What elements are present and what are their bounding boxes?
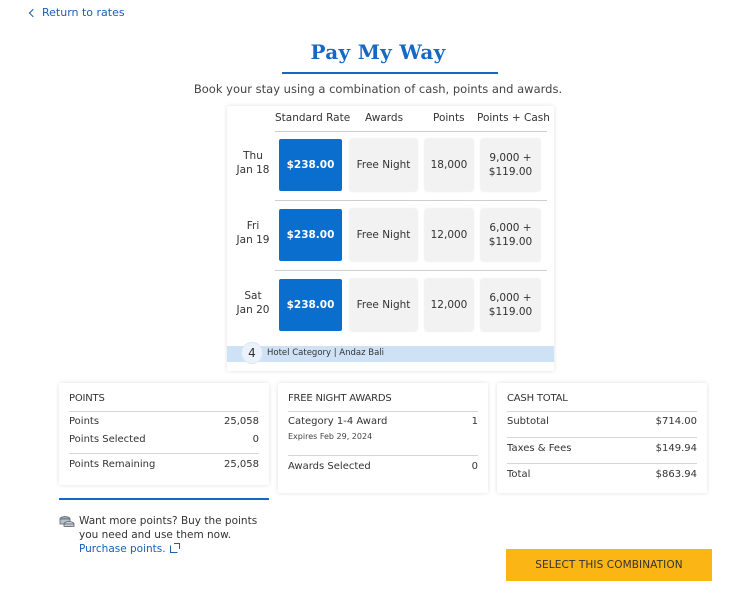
rate-grid-header: Standard Rate Awards Points Points + Cas… <box>275 112 550 132</box>
points-selected-label: Points Selected <box>69 434 146 445</box>
awards-selected-row: Awards Selected 0 <box>288 460 478 474</box>
points-label: Points <box>69 416 100 427</box>
free-night-awards-panel: FREE NIGHT AWARDS Category 1-4 Award 1 E… <box>278 383 488 493</box>
total-label: Total <box>507 469 531 480</box>
points-cash-points: 6,000 + <box>489 292 532 304</box>
cash-panel-title: CASH TOTAL <box>507 383 697 412</box>
divider <box>69 453 259 454</box>
awards-panel-title: FREE NIGHT AWARDS <box>288 383 478 412</box>
hotel-category-badge: 4 <box>241 342 263 364</box>
column-header-points: Points <box>433 112 465 124</box>
subtotal-row: Subtotal $714.00 <box>507 415 697 437</box>
total-row: Total $863.94 <box>507 468 697 482</box>
section-divider <box>59 498 269 500</box>
subtotal-value: $714.00 <box>655 416 697 427</box>
rate-row: Fri Jan 19 $238.00 Free Night 12,000 6,0… <box>227 201 554 271</box>
promo-text: Want more points? Buy the points you nee… <box>79 515 258 541</box>
standard-rate-option[interactable]: $238.00 <box>279 139 342 191</box>
award-label: Category 1-4 Award <box>288 416 388 427</box>
points-option[interactable]: 18,000 <box>425 139 473 191</box>
row-date-label: Jan 18 <box>236 164 270 176</box>
points-remaining-row: Points Remaining 25,058 <box>69 458 259 472</box>
standard-rate-option[interactable]: $238.00 <box>279 209 342 261</box>
points-option[interactable]: 12,000 <box>425 209 473 261</box>
row-date: Sat Jan 20 <box>233 289 273 317</box>
points-cash-option[interactable]: 6,000 + $119.00 <box>481 209 540 261</box>
rate-row: Sat Jan 20 $238.00 Free Night 12,000 6,0… <box>227 271 554 341</box>
points-cash-option[interactable]: 9,000 + $119.00 <box>481 139 540 191</box>
award-row: Category 1-4 Award 1 <box>288 415 478 429</box>
points-panel-title: POINTS <box>69 383 259 412</box>
page-title: Pay My Way <box>310 40 446 64</box>
points-option[interactable]: 12,000 <box>425 279 473 331</box>
awards-selected-label: Awards Selected <box>288 461 371 472</box>
row-day-label: Thu <box>243 150 263 162</box>
points-row: Points 25,058 <box>69 415 259 429</box>
points-panel: POINTS Points 25,058 Points Selected 0 P… <box>59 383 269 485</box>
points-selected-value: 0 <box>252 434 259 445</box>
points-remaining-value: 25,058 <box>224 459 259 470</box>
row-day-label: Fri <box>246 220 260 232</box>
total-value: $863.94 <box>655 469 697 480</box>
return-to-rates-link[interactable]: Return to rates <box>28 6 125 19</box>
points-cash-cash: $119.00 <box>488 166 533 178</box>
coins-icon <box>59 516 75 527</box>
points-cash-cash: $119.00 <box>488 236 533 248</box>
awards-option[interactable]: Free Night <box>350 209 417 261</box>
column-header-standard-rate: Standard Rate <box>275 112 351 124</box>
column-header-points-cash: Points + Cash <box>477 112 550 124</box>
standard-rate-option[interactable]: $238.00 <box>279 279 342 331</box>
rate-grid: Standard Rate Awards Points Points + Cas… <box>227 106 554 371</box>
row-date-label: Jan 19 <box>236 234 270 246</box>
divider <box>507 463 697 464</box>
points-remaining-label: Points Remaining <box>69 459 156 470</box>
points-cash-points: 9,000 + <box>489 152 532 164</box>
divider <box>507 437 697 438</box>
award-expiry: Expires Feb 29, 2024 <box>288 432 373 441</box>
points-cash-option[interactable]: 6,000 + $119.00 <box>481 279 540 331</box>
row-date: Thu Jan 18 <box>233 149 273 177</box>
taxes-label: Taxes & Fees <box>507 443 572 454</box>
subtotal-label: Subtotal <box>507 416 549 427</box>
row-date-label: Jan 20 <box>236 304 270 316</box>
cash-total-panel: CASH TOTAL Subtotal $714.00 Taxes & Fees… <box>497 383 707 493</box>
taxes-value: $149.94 <box>655 443 697 454</box>
purchase-points-link[interactable]: Purchase points. <box>79 543 166 555</box>
title-underline <box>282 72 498 74</box>
points-cash-points: 6,000 + <box>489 222 532 234</box>
select-combination-button[interactable]: SELECT THIS COMBINATION <box>506 549 712 581</box>
taxes-row: Taxes & Fees $149.94 <box>507 442 697 463</box>
awards-option[interactable]: Free Night <box>350 279 417 331</box>
rate-row: Thu Jan 18 $238.00 Free Night 18,000 9,0… <box>227 131 554 201</box>
column-header-awards: Awards <box>365 112 404 124</box>
awards-selected-value: 0 <box>471 461 478 472</box>
divider <box>288 455 478 456</box>
chevron-left-icon <box>28 8 38 17</box>
points-selected-row: Points Selected 0 <box>69 433 259 453</box>
external-link-icon[interactable] <box>169 543 180 553</box>
row-date: Fri Jan 19 <box>233 219 273 247</box>
page-subtitle: Book your stay using a combination of ca… <box>193 82 563 96</box>
awards-option[interactable]: Free Night <box>350 139 417 191</box>
points-value: 25,058 <box>224 416 259 427</box>
award-value: 1 <box>471 416 478 427</box>
points-cash-cash: $119.00 <box>488 306 533 318</box>
row-day-label: Sat <box>244 290 262 302</box>
hotel-category-label: Hotel Category | Andaz Bali <box>267 348 385 358</box>
return-to-rates-label: Return to rates <box>42 6 125 19</box>
